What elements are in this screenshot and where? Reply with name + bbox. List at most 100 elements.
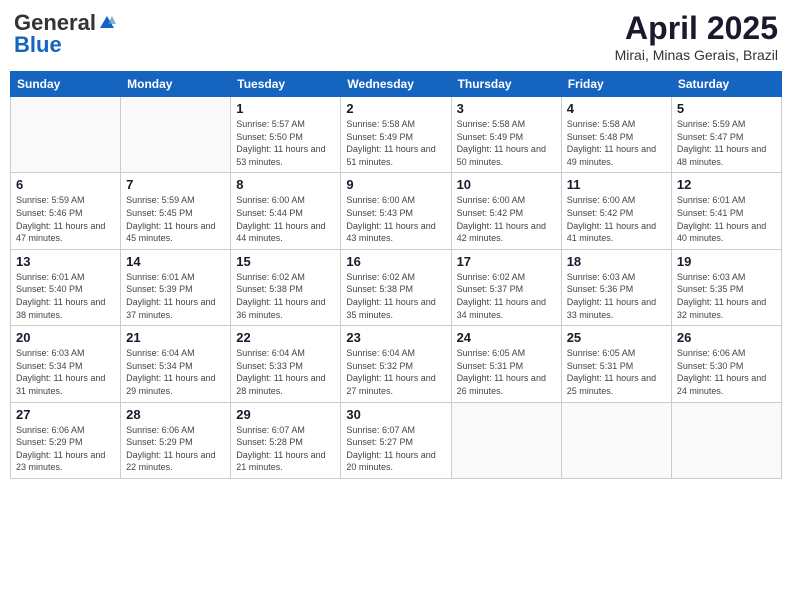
calendar-cell: 2 Sunrise: 5:58 AM Sunset: 5:49 PM Daylig… [341, 97, 451, 173]
day-detail: Sunrise: 6:02 AM Sunset: 5:38 PM Dayligh… [346, 271, 445, 321]
calendar-cell: 24 Sunrise: 6:05 AM Sunset: 5:31 PM Dayli… [451, 326, 561, 402]
day-number: 29 [236, 407, 335, 422]
calendar-header-row: SundayMondayTuesdayWednesdayThursdayFrid… [11, 72, 782, 97]
calendar-cell: 11Sunrise: 6:00 AM Sunset: 5:42 PM Dayli… [561, 173, 671, 249]
day-number: 8 [236, 177, 335, 192]
calendar-cell: 9Sunrise: 6:00 AM Sunset: 5:43 PM Daylig… [341, 173, 451, 249]
calendar-cell [561, 402, 671, 478]
day-number: 4 [567, 101, 666, 116]
title-block: April 2025 Mirai, Minas Gerais, Brazil [615, 10, 778, 63]
day-number: 26 [677, 330, 776, 345]
day-number: 16 [346, 254, 445, 269]
logo-blue: Blue [14, 32, 62, 58]
day-number: 6 [16, 177, 115, 192]
calendar-cell: 18 Sunrise: 6:03 AM Sunset: 5:36 PM Dayli… [561, 249, 671, 325]
calendar-cell: 7Sunrise: 5:59 AM Sunset: 5:45 PM Daylig… [121, 173, 231, 249]
day-detail: Sunrise: 6:04 AM Sunset: 5:32 PM Dayligh… [346, 347, 445, 397]
day-number: 19 [677, 254, 776, 269]
day-detail: Sunrise: 6:02 AM Sunset: 5:37 PM Dayligh… [457, 271, 556, 321]
calendar-cell: 10Sunrise: 6:00 AM Sunset: 5:42 PM Dayli… [451, 173, 561, 249]
calendar-cell: 28 Sunrise: 6:06 AM Sunset: 5:29 PM Dayli… [121, 402, 231, 478]
calendar-cell [11, 97, 121, 173]
calendar-cell: 3 Sunrise: 5:58 AM Sunset: 5:49 PM Daylig… [451, 97, 561, 173]
day-detail: Sunrise: 6:06 AM Sunset: 5:29 PM Dayligh… [16, 424, 115, 474]
logo: General Blue [14, 10, 116, 58]
calendar-cell: 21 Sunrise: 6:04 AM Sunset: 5:34 PM Dayli… [121, 326, 231, 402]
calendar-cell: 19 Sunrise: 6:03 AM Sunset: 5:35 PM Dayli… [671, 249, 781, 325]
day-number: 24 [457, 330, 556, 345]
day-header-saturday: Saturday [671, 72, 781, 97]
calendar-cell: 8Sunrise: 6:00 AM Sunset: 5:44 PM Daylig… [231, 173, 341, 249]
calendar-week-row: 27 Sunrise: 6:06 AM Sunset: 5:29 PM Dayli… [11, 402, 782, 478]
day-number: 14 [126, 254, 225, 269]
calendar-cell: 16 Sunrise: 6:02 AM Sunset: 5:38 PM Dayli… [341, 249, 451, 325]
calendar-cell: 17 Sunrise: 6:02 AM Sunset: 5:37 PM Dayli… [451, 249, 561, 325]
day-number: 1 [236, 101, 335, 116]
day-detail: Sunrise: 5:59 AM Sunset: 5:47 PM Dayligh… [677, 118, 776, 168]
day-number: 20 [16, 330, 115, 345]
day-detail: Sunrise: 6:07 AM Sunset: 5:27 PM Dayligh… [346, 424, 445, 474]
day-number: 17 [457, 254, 556, 269]
calendar-cell: 20 Sunrise: 6:03 AM Sunset: 5:34 PM Dayli… [11, 326, 121, 402]
day-number: 15 [236, 254, 335, 269]
day-detail: Sunrise: 5:57 AM Sunset: 5:50 PM Dayligh… [236, 118, 335, 168]
day-detail: Sunrise: 6:01 AM Sunset: 5:40 PM Dayligh… [16, 271, 115, 321]
day-header-tuesday: Tuesday [231, 72, 341, 97]
day-detail: Sunrise: 6:04 AM Sunset: 5:34 PM Dayligh… [126, 347, 225, 397]
day-number: 11 [567, 177, 666, 192]
day-number: 3 [457, 101, 556, 116]
day-number: 27 [16, 407, 115, 422]
day-detail: Sunrise: 6:01 AM Sunset: 5:39 PM Dayligh… [126, 271, 225, 321]
day-number: 10 [457, 177, 556, 192]
location: Mirai, Minas Gerais, Brazil [615, 47, 778, 63]
day-number: 21 [126, 330, 225, 345]
day-detail: Sunrise: 6:03 AM Sunset: 5:36 PM Dayligh… [567, 271, 666, 321]
day-detail: Sunrise: 6:01 AM Sunset: 5:41 PM Dayligh… [677, 194, 776, 244]
calendar-cell: 14 Sunrise: 6:01 AM Sunset: 5:39 PM Dayli… [121, 249, 231, 325]
calendar-cell: 15 Sunrise: 6:02 AM Sunset: 5:38 PM Dayli… [231, 249, 341, 325]
day-detail: Sunrise: 6:00 AM Sunset: 5:43 PM Dayligh… [346, 194, 445, 244]
day-number: 23 [346, 330, 445, 345]
calendar-cell: 25Sunrise: 6:05 AM Sunset: 5:31 PM Dayli… [561, 326, 671, 402]
day-detail: Sunrise: 6:06 AM Sunset: 5:29 PM Dayligh… [126, 424, 225, 474]
day-header-monday: Monday [121, 72, 231, 97]
day-number: 12 [677, 177, 776, 192]
calendar-cell: 12 Sunrise: 6:01 AM Sunset: 5:41 PM Dayli… [671, 173, 781, 249]
day-detail: Sunrise: 6:07 AM Sunset: 5:28 PM Dayligh… [236, 424, 335, 474]
day-detail: Sunrise: 5:58 AM Sunset: 5:49 PM Dayligh… [457, 118, 556, 168]
calendar-week-row: 1 Sunrise: 5:57 AM Sunset: 5:50 PM Daylig… [11, 97, 782, 173]
day-header-friday: Friday [561, 72, 671, 97]
day-number: 18 [567, 254, 666, 269]
calendar-cell: 26 Sunrise: 6:06 AM Sunset: 5:30 PM Dayli… [671, 326, 781, 402]
calendar-table: SundayMondayTuesdayWednesdayThursdayFrid… [10, 71, 782, 479]
logo-icon [98, 14, 116, 32]
day-detail: Sunrise: 6:02 AM Sunset: 5:38 PM Dayligh… [236, 271, 335, 321]
day-detail: Sunrise: 6:03 AM Sunset: 5:34 PM Dayligh… [16, 347, 115, 397]
day-number: 30 [346, 407, 445, 422]
day-detail: Sunrise: 5:58 AM Sunset: 5:49 PM Dayligh… [346, 118, 445, 168]
calendar-cell: 1 Sunrise: 5:57 AM Sunset: 5:50 PM Daylig… [231, 97, 341, 173]
calendar-cell: 5 Sunrise: 5:59 AM Sunset: 5:47 PM Daylig… [671, 97, 781, 173]
day-header-thursday: Thursday [451, 72, 561, 97]
day-header-wednesday: Wednesday [341, 72, 451, 97]
calendar-cell: 23 Sunrise: 6:04 AM Sunset: 5:32 PM Dayli… [341, 326, 451, 402]
month-year: April 2025 [615, 10, 778, 47]
day-detail: Sunrise: 5:59 AM Sunset: 5:46 PM Dayligh… [16, 194, 115, 244]
day-number: 5 [677, 101, 776, 116]
day-detail: Sunrise: 6:03 AM Sunset: 5:35 PM Dayligh… [677, 271, 776, 321]
day-detail: Sunrise: 5:58 AM Sunset: 5:48 PM Dayligh… [567, 118, 666, 168]
calendar-cell: 13 Sunrise: 6:01 AM Sunset: 5:40 PM Dayli… [11, 249, 121, 325]
calendar-cell [451, 402, 561, 478]
day-header-sunday: Sunday [11, 72, 121, 97]
calendar-cell: 27 Sunrise: 6:06 AM Sunset: 5:29 PM Dayli… [11, 402, 121, 478]
calendar-cell [121, 97, 231, 173]
day-number: 7 [126, 177, 225, 192]
day-number: 13 [16, 254, 115, 269]
calendar-cell: 6 Sunrise: 5:59 AM Sunset: 5:46 PM Daylig… [11, 173, 121, 249]
day-detail: Sunrise: 6:05 AM Sunset: 5:31 PM Dayligh… [457, 347, 556, 397]
calendar-cell: 30 Sunrise: 6:07 AM Sunset: 5:27 PM Dayli… [341, 402, 451, 478]
day-number: 28 [126, 407, 225, 422]
day-detail: Sunrise: 6:06 AM Sunset: 5:30 PM Dayligh… [677, 347, 776, 397]
day-number: 2 [346, 101, 445, 116]
day-number: 22 [236, 330, 335, 345]
